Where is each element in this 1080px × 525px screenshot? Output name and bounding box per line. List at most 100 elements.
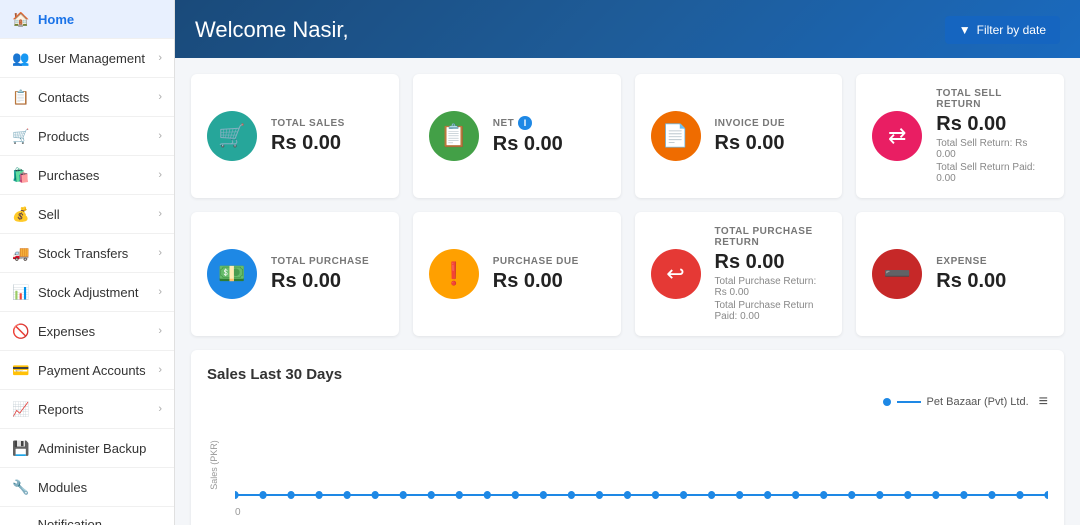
chart-dot: [792, 491, 799, 499]
stat-card-total-sell-return: ⇄ TOTAL SELL RETURN Rs 0.00 Total Sell R…: [856, 74, 1064, 198]
chart-dot: [1016, 491, 1023, 499]
chart-dot: [344, 491, 351, 499]
sidebar-label-sell: Sell: [38, 207, 60, 222]
chart-dot: [904, 491, 911, 499]
sidebar-label-products: Products: [38, 129, 89, 144]
stat-sub2-total-purchase-return: Total Purchase Return Paid: 0.00: [715, 300, 827, 322]
y-axis-label: Sales (PKR): [209, 440, 219, 490]
info-icon[interactable]: i: [518, 116, 532, 130]
sidebar-icon-products: 🛒: [12, 127, 30, 145]
chevron-icon: ›: [158, 403, 162, 415]
sidebar-label-home: Home: [38, 12, 74, 27]
sidebar-item-payment-accounts[interactable]: 💳 Payment Accounts ›: [0, 351, 174, 390]
chevron-icon: ›: [158, 325, 162, 337]
sidebar-icon-stock-transfers: 🚚: [12, 244, 30, 262]
sidebar-item-notification-templates[interactable]: ✉️ Notification Templates: [0, 507, 174, 525]
stat-icon-total-sell-return: ⇄: [872, 111, 922, 161]
chart-dot: [568, 491, 575, 499]
chart-dot: [624, 491, 631, 499]
filter-icon: ▼: [959, 23, 971, 37]
legend-menu-icon[interactable]: ≡: [1039, 393, 1048, 411]
chart-svg: [235, 415, 1048, 505]
chart-dot: [235, 491, 239, 499]
sidebar-icon-administer-backup: 💾: [12, 439, 30, 457]
stat-info-invoice-due: INVOICE DUE Rs 0.00: [715, 118, 827, 155]
dashboard-content: 🛒 TOTAL SALES Rs 0.00 📋 NET i Rs 0.00 📄 …: [175, 58, 1080, 525]
sidebar-item-user-management[interactable]: 👥 User Management ›: [0, 39, 174, 78]
chevron-icon: ›: [158, 364, 162, 376]
sidebar-icon-expenses: 🚫: [12, 322, 30, 340]
stat-sub2-total-sell-return: Total Sell Return Paid: 0.00: [936, 162, 1048, 184]
chevron-icon: ›: [158, 91, 162, 103]
stat-info-total-sales: TOTAL SALES Rs 0.00: [271, 118, 383, 155]
sidebar-label-notification-templates: Notification Templates: [38, 517, 162, 525]
sidebar-icon-home: 🏠: [12, 10, 30, 28]
chart-dot: [932, 491, 939, 499]
sidebar-item-stock-transfers[interactable]: 🚚 Stock Transfers ›: [0, 234, 174, 273]
stat-info-net: NET i Rs 0.00: [493, 116, 605, 156]
sidebar-icon-stock-adjustment: 📊: [12, 283, 30, 301]
sidebar-item-home[interactable]: 🏠 Home: [0, 0, 174, 39]
stat-value-purchase-due: Rs 0.00: [493, 270, 605, 293]
sidebar-item-administer-backup[interactable]: 💾 Administer Backup: [0, 429, 174, 468]
sidebar-label-purchases: Purchases: [38, 168, 99, 183]
stat-info-total-purchase: TOTAL PURCHASE Rs 0.00: [271, 256, 383, 293]
stat-value-total-purchase-return: Rs 0.00: [715, 251, 827, 274]
sidebar: 🏠 Home 👥 User Management › 📋 Contacts › …: [0, 0, 175, 525]
chevron-icon: ›: [158, 169, 162, 181]
chart-dot: [372, 491, 379, 499]
chart-dot: [456, 491, 463, 499]
stat-label-expense: EXPENSE: [936, 256, 1048, 267]
chart-dot: [680, 491, 687, 499]
stat-value-expense: Rs 0.00: [936, 270, 1048, 293]
chart-dot: [848, 491, 855, 499]
stat-sub1-total-sell-return: Total Sell Return: Rs 0.00: [936, 138, 1048, 160]
sidebar-item-products[interactable]: 🛒 Products ›: [0, 117, 174, 156]
chart-dot: [960, 491, 967, 499]
stat-icon-total-sales: 🛒: [207, 111, 257, 161]
sidebar-item-stock-adjustment[interactable]: 📊 Stock Adjustment ›: [0, 273, 174, 312]
sidebar-item-expenses[interactable]: 🚫 Expenses ›: [0, 312, 174, 351]
sidebar-icon-modules: 🔧: [12, 478, 30, 496]
stat-icon-total-purchase-return: ↩: [651, 249, 701, 299]
legend-dot-icon: [883, 398, 891, 406]
chevron-icon: ›: [158, 208, 162, 220]
stat-icon-net: 📋: [429, 111, 479, 161]
sidebar-item-contacts[interactable]: 📋 Contacts ›: [0, 78, 174, 117]
chart-dot: [708, 491, 715, 499]
chart-dot: [1044, 491, 1048, 499]
sidebar-label-modules: Modules: [38, 480, 87, 495]
sidebar-icon-payment-accounts: 💳: [12, 361, 30, 379]
stat-label-net: NET i: [493, 116, 605, 130]
stat-value-total-sell-return: Rs 0.00: [936, 113, 1048, 136]
sidebar-item-sell[interactable]: 💰 Sell ›: [0, 195, 174, 234]
chart-title: Sales Last 30 Days: [207, 366, 1048, 383]
sidebar-label-expenses: Expenses: [38, 324, 95, 339]
stat-card-net: 📋 NET i Rs 0.00: [413, 74, 621, 198]
sidebar-item-purchases[interactable]: 🛍️ Purchases ›: [0, 156, 174, 195]
main-content: Welcome Nasir, ▼ Filter by date 🛒 TOTAL …: [175, 0, 1080, 525]
chevron-icon: ›: [158, 130, 162, 142]
sidebar-item-reports[interactable]: 📈 Reports ›: [0, 390, 174, 429]
sidebar-item-modules[interactable]: 🔧 Modules: [0, 468, 174, 507]
chart-dot: [876, 491, 883, 499]
sidebar-icon-purchases: 🛍️: [12, 166, 30, 184]
sidebar-label-stock-transfers: Stock Transfers: [38, 246, 128, 261]
stat-label-total-sales: TOTAL SALES: [271, 118, 383, 129]
filter-by-date-button[interactable]: ▼ Filter by date: [945, 16, 1060, 44]
chart-dot: [428, 491, 435, 499]
bottom-cards-row: 💵 TOTAL PURCHASE Rs 0.00 ❗ PURCHASE DUE …: [191, 212, 1064, 336]
stat-card-total-sales: 🛒 TOTAL SALES Rs 0.00: [191, 74, 399, 198]
stat-info-total-sell-return: TOTAL SELL RETURN Rs 0.00 Total Sell Ret…: [936, 88, 1048, 184]
chevron-icon: ›: [158, 52, 162, 64]
chart-dot: [400, 491, 407, 499]
sidebar-label-contacts: Contacts: [38, 90, 89, 105]
stat-card-total-purchase-return: ↩ TOTAL PURCHASE RETURN Rs 0.00 Total Pu…: [635, 212, 843, 336]
stat-label-invoice-due: INVOICE DUE: [715, 118, 827, 129]
sidebar-icon-reports: 📈: [12, 400, 30, 418]
sidebar-label-payment-accounts: Payment Accounts: [38, 363, 146, 378]
chart-dot: [259, 491, 266, 499]
stat-label-purchase-due: PURCHASE DUE: [493, 256, 605, 267]
stat-icon-expense: ➖: [872, 249, 922, 299]
stat-label-total-purchase-return: TOTAL PURCHASE RETURN: [715, 226, 827, 248]
